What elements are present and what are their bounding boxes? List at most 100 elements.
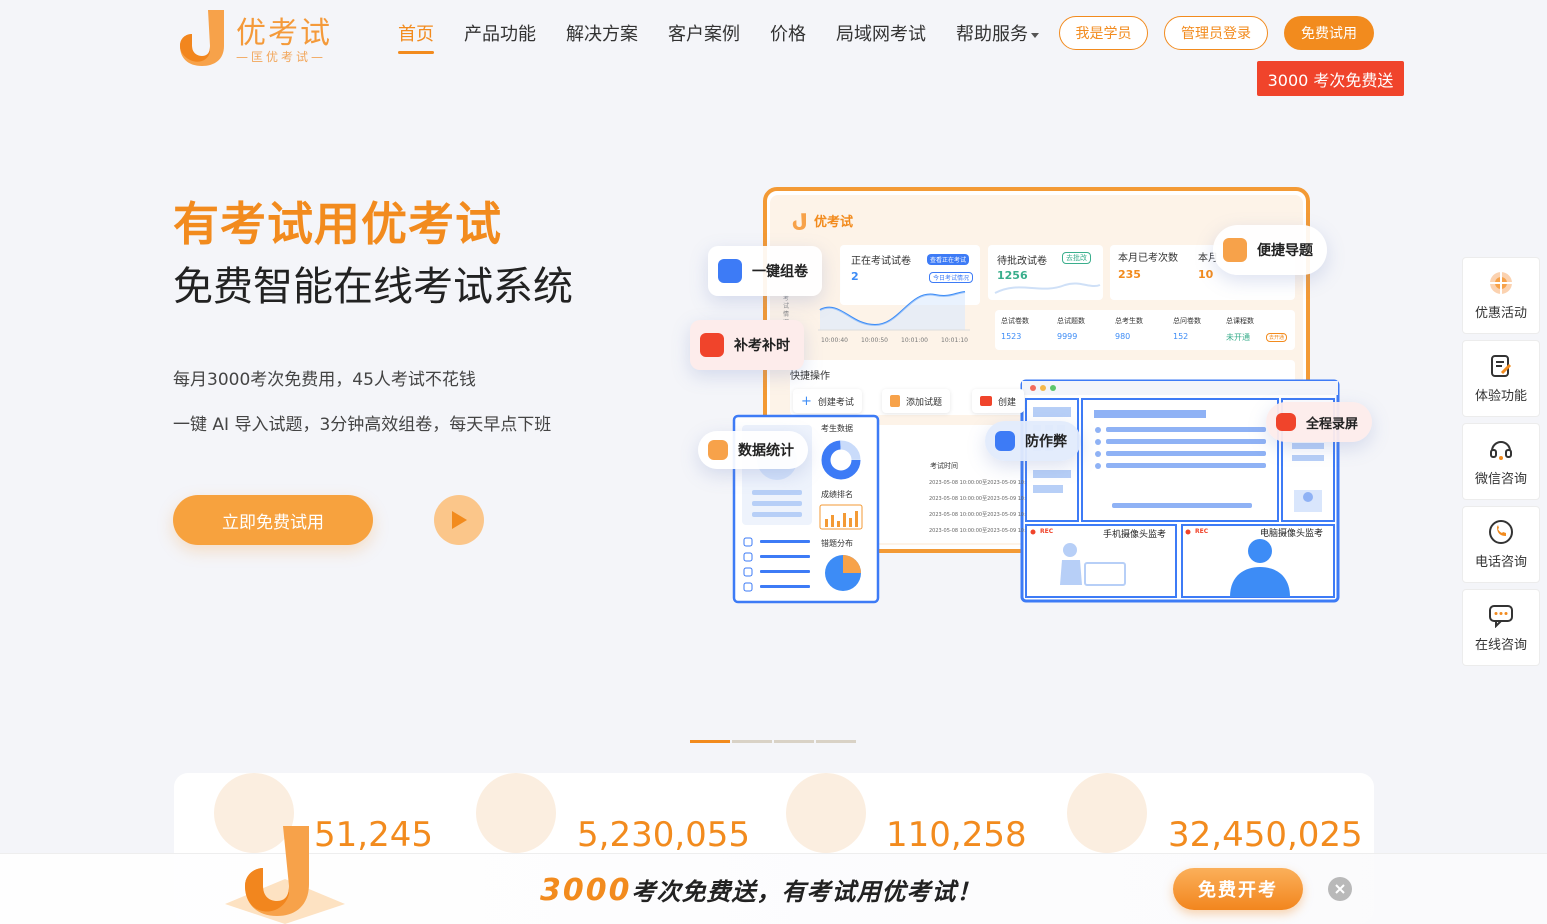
- stat-icon-4: [1067, 773, 1147, 853]
- chat-icon: [1489, 605, 1513, 628]
- chip-makeup: 补考补时: [690, 320, 804, 370]
- op-create-exam-label: 创建考试: [817, 397, 854, 408]
- chip-makeup-label: 补考补时: [734, 338, 790, 354]
- admin-login-button[interactable]: 管理员登录: [1164, 16, 1268, 50]
- pc-camera-label: 电脑摄像头监考: [1260, 529, 1324, 539]
- headset-icon: [1490, 441, 1512, 460]
- carousel-dot-1[interactable]: [690, 740, 730, 743]
- free-trial-cta-button[interactable]: 立即免费试用: [173, 495, 373, 545]
- nav-home[interactable]: 首页: [398, 20, 434, 54]
- chart-x-tick-1: 10:00:40: [821, 337, 848, 344]
- logo-subtitle: —匡优考试—: [236, 50, 327, 64]
- main-nav: 首页 产品功能 解决方案 客户案例 价格 局域网考试 帮助服务: [398, 20, 1069, 54]
- carousel-dot-2[interactable]: [732, 740, 772, 743]
- rec-label-phone: REC: [1040, 528, 1054, 535]
- logo-title: 优考试: [236, 16, 332, 51]
- hero-subtitle: 免费智能在线考试系统: [173, 264, 573, 310]
- mockup-app-header: 优考试: [792, 211, 853, 230]
- mockup-app-name: 优考试: [814, 215, 854, 230]
- sidebar-wechat[interactable]: 微信咨询: [1462, 423, 1540, 500]
- banner-text: 3000考次免费送，有考试用优考试！: [540, 872, 982, 908]
- bottom-promo-banner: 3000考次免费送，有考试用优考试！ 免费开考: [0, 826, 1547, 924]
- sidebar-try-features[interactable]: 体验功能: [1462, 340, 1540, 417]
- sidebar-wechat-label: 微信咨询: [1474, 472, 1527, 487]
- month-count-value: 235: [1118, 268, 1141, 281]
- total-candidates-label: 总考生数: [1115, 317, 1143, 325]
- chip-record-label: 全程录屏: [1306, 416, 1359, 432]
- edit-icon: [1491, 355, 1512, 377]
- sidebar-phone[interactable]: 电话咨询: [1462, 506, 1540, 583]
- plus-icon: +: [801, 393, 812, 409]
- total-questions-value: 9999: [1057, 332, 1078, 341]
- product-illustration: 优考试 正在考试试卷 2 查看正在考试 今日考试情况 待批改试卷 1256 去批…: [690, 185, 1380, 610]
- chip-quick-import-label: 便捷导题: [1257, 243, 1313, 259]
- view-exams-badge: 查看正在考试: [927, 254, 970, 265]
- totals-badge: 去开通: [1266, 333, 1288, 342]
- phone-icon: [1489, 520, 1513, 544]
- month-count-label: 本月已考次数: [1118, 253, 1178, 264]
- rec-label-pc: REC: [1195, 528, 1209, 535]
- exam-row-1: 2023-05-08 10:00:00至2023-05-09 10:: [929, 480, 1026, 486]
- op-add-question: 添加试题: [882, 389, 951, 413]
- banner-logo-art: [225, 826, 345, 924]
- logo-mark-icon: [180, 10, 224, 66]
- sidebar-phone-label: 电话咨询: [1474, 555, 1527, 570]
- pending-badge: 去批改: [1062, 252, 1091, 264]
- stat-value-2: 5,230,055: [577, 815, 751, 855]
- student-button[interactable]: 我是学员: [1059, 16, 1148, 50]
- nav-solutions[interactable]: 解决方案: [566, 20, 638, 54]
- chip-record: 全程录屏: [1266, 402, 1373, 442]
- exam-row-2: 2023-05-08 10:00:00至2023-05-09 10:: [929, 496, 1026, 502]
- total-courses-label: 总课程数: [1226, 317, 1254, 325]
- video-icon: [980, 396, 992, 406]
- close-icon[interactable]: [1328, 877, 1352, 901]
- free-trial-button[interactable]: 免费试用: [1284, 16, 1374, 50]
- op-create-exam: + 创建考试: [793, 389, 862, 413]
- exam-row-3: 2023-05-08 10:00:00至2023-05-09 10:: [929, 512, 1026, 518]
- sidebar-try-features-label: 体验功能: [1474, 389, 1527, 404]
- today-exams-badge: 今日考试情况: [929, 272, 974, 283]
- hero-line-1: 每月3000考次免费用，45人考试不花钱: [173, 370, 476, 390]
- candidate-data-label: 考生数据: [821, 424, 853, 433]
- data-stats-icon: [708, 440, 728, 460]
- logo[interactable]: 优考试 —匡优考试—: [178, 4, 338, 66]
- hero-line-2: 一键 AI 导入试题，3分钟高效组卷，每天早点下班: [173, 415, 552, 435]
- totals-row: 总试卷数 1523 总试题数 9999 总考生数 980 总问卷数 152 总课程数 未开…: [1001, 316, 1281, 343]
- nav-help[interactable]: 帮助服务: [956, 20, 1039, 54]
- promo-tag[interactable]: 3000 考次免费送: [1257, 61, 1404, 96]
- total-papers: 总试卷数 1523: [1001, 316, 1057, 343]
- ranking-label: 成绩排名: [821, 490, 853, 499]
- total-papers-value: 1523: [1001, 332, 1022, 341]
- play-video-button[interactable]: [434, 495, 484, 545]
- nav-help-label: 帮助服务: [956, 24, 1028, 45]
- banner-start-exam-button[interactable]: 免费开考: [1173, 868, 1303, 910]
- chip-data-stats: 数据统计: [698, 431, 808, 469]
- stat-value-3: 110,258: [886, 815, 1027, 855]
- chart-x-tick-4: 10:01:10: [941, 337, 968, 344]
- stat-value-4: 32,450,025: [1168, 815, 1363, 855]
- play-icon: [452, 511, 467, 529]
- carousel-dot-3[interactable]: [774, 740, 814, 743]
- nav-lan-exam[interactable]: 局域网考试: [836, 20, 926, 54]
- hero-title: 有考试用优考试: [173, 197, 502, 251]
- chart-x-tick-3: 10:01:00: [901, 337, 928, 344]
- carousel-dots: [690, 740, 858, 743]
- nav-features[interactable]: 产品功能: [464, 20, 536, 54]
- carousel-dot-4[interactable]: [816, 740, 856, 743]
- total-candidates: 总考生数 980: [1115, 316, 1173, 343]
- sidebar-promotions[interactable]: 优惠活动: [1462, 257, 1540, 334]
- chip-anti-cheat: 防作弊: [985, 421, 1081, 461]
- pending-label: 待批改试卷: [997, 256, 1047, 267]
- exams-in-progress-label: 正在考试试卷: [851, 256, 911, 267]
- nav-cases[interactable]: 客户案例: [668, 20, 740, 54]
- nav-pricing[interactable]: 价格: [770, 20, 806, 54]
- anti-cheat-icon: [995, 431, 1015, 451]
- banner-highlight-number: 3000: [540, 873, 632, 908]
- total-papers-label: 总试卷数: [1001, 317, 1029, 325]
- record-icon: [1276, 413, 1296, 431]
- mockup-logo-icon: [792, 212, 806, 230]
- total-questions-label: 总试题数: [1057, 317, 1085, 325]
- op-add-question-label: 添加试题: [906, 397, 943, 408]
- sidebar-online-chat[interactable]: 在线咨询: [1462, 589, 1540, 666]
- document-icon: [890, 395, 900, 407]
